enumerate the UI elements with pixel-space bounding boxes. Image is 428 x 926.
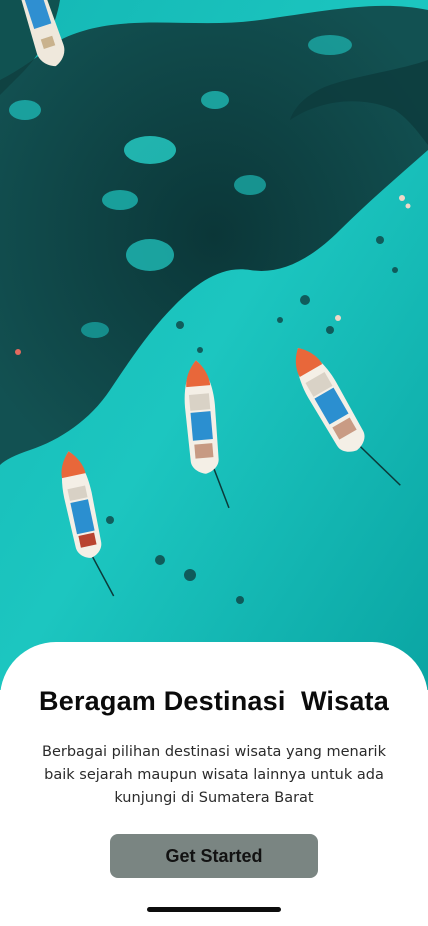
- sand-patch: [126, 239, 174, 271]
- onboarding-description: Berbagai pilihan destinasi wisata yang m…: [42, 744, 386, 806]
- onboarding-screen: Beragam Destinasi Wisata Berbagai piliha…: [0, 0, 428, 926]
- sand-patch: [102, 190, 138, 210]
- sand-patch: [81, 322, 109, 338]
- hero-image: [0, 0, 428, 690]
- sand-patch: [9, 100, 41, 120]
- home-indicator: [147, 907, 281, 912]
- get-started-button[interactable]: Get Started: [110, 834, 318, 878]
- sand-patch: [124, 136, 176, 164]
- sand-patch: [201, 91, 229, 109]
- onboarding-title: Beragam Destinasi Wisata: [39, 686, 389, 716]
- sand-patch: [308, 35, 352, 55]
- sand-patch: [234, 175, 266, 195]
- aerial-sea-boats-illustration: [0, 0, 428, 690]
